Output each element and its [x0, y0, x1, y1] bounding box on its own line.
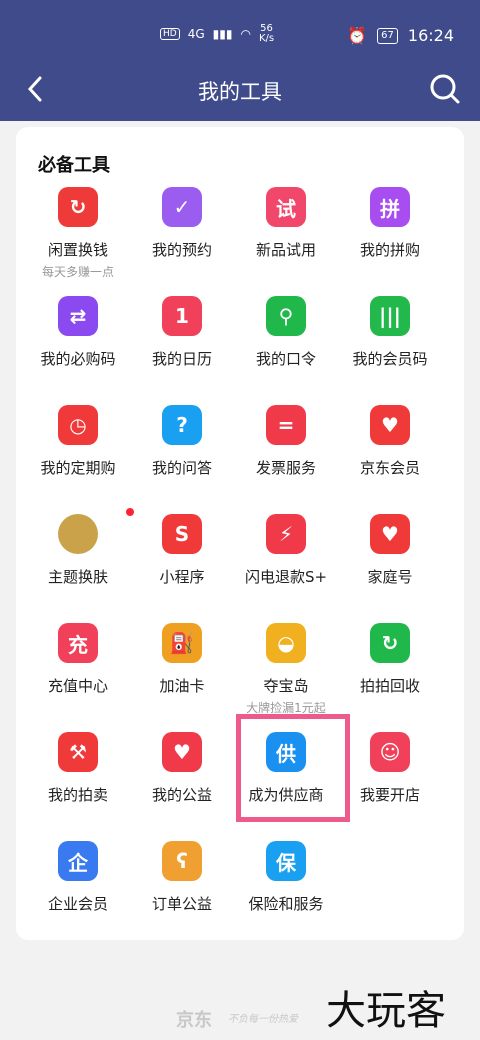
hd-badge: HD [160, 28, 180, 40]
enterprise-icon: 企 [58, 841, 98, 881]
battery-indicator: 67 [377, 27, 398, 44]
jd-slogan: 不负每一份热爱 [228, 1014, 298, 1025]
tool-label: 我的定期购 [40, 459, 116, 477]
tool-item[interactable]: ||| 我的会员码 [338, 292, 442, 392]
tool-label: 我的必购码 [40, 350, 116, 368]
shop-icon: ☺ [370, 732, 410, 772]
gavel-icon: ⚒ [58, 732, 98, 772]
tool-item[interactable]: 保保险和服务 [234, 837, 338, 937]
status-bar: HD 4G ▮▮▮ ◠ 56 K/s ⏰ 67 16:24 [0, 18, 480, 54]
clock: 16:24 [407, 26, 454, 45]
miniprogram-icon: S [162, 514, 202, 554]
ticket-icon: ⇄ [58, 296, 98, 336]
gold-ingot-icon: ◒ [266, 623, 306, 663]
tool-item[interactable]: 企企业会员 [26, 837, 130, 937]
bear-icon: ʕ [162, 841, 202, 881]
tool-item[interactable]: ? 我的问答 [130, 401, 234, 501]
tool-item[interactable]: ♥ 家庭号 [338, 510, 442, 610]
barcode-icon: ||| [370, 296, 410, 336]
heart-hand-icon: ♥ [162, 732, 202, 772]
trial-icon: 试 [266, 187, 306, 227]
tool-item[interactable]: ⛽ 加油卡 [130, 619, 234, 719]
tool-item[interactable]: ↻ 拍拍回收 [338, 619, 442, 719]
page-title: 我的工具 [198, 80, 282, 104]
tool-label: 我的拼购 [359, 241, 420, 259]
lightning-icon: ⚡ [266, 514, 306, 554]
tool-label: 新品试用 [255, 241, 316, 259]
tool-label: 我的日历 [151, 350, 212, 368]
alarm-icon: ◷ [58, 405, 98, 445]
signal-icon: ▮▮▮ [212, 27, 233, 41]
theme-icon [58, 514, 98, 554]
tool-item[interactable]: 试新品试用 [234, 183, 338, 283]
fuel-icon: ⛽ [162, 623, 202, 663]
tool-label: 家庭号 [367, 568, 413, 586]
tool-label: 我的公益 [151, 786, 212, 804]
watermark: 大玩客 [326, 988, 446, 1034]
calendar-icon: 1 [162, 296, 202, 336]
tool-label: 我的问答 [151, 459, 212, 477]
tool-item[interactable]: ↻ 闲置换钱每天多赚一点 [26, 183, 130, 283]
recycle-phone-icon: ↻ [370, 623, 410, 663]
tool-label: 充值中心 [47, 677, 108, 695]
tool-label: 企业会员 [47, 895, 108, 913]
tool-item[interactable]: ✓ 我的预约 [130, 183, 234, 283]
tool-item[interactable]: ♥ 我的公益 [130, 728, 234, 828]
tool-item[interactable]: ♥ 京东会员 [338, 401, 442, 501]
tool-item[interactable]: 主题换肤 [26, 508, 134, 610]
tool-label: 主题换肤 [47, 568, 108, 586]
tool-label: 闲置换钱 [47, 241, 108, 259]
network-speed: 56 K/s [258, 23, 275, 44]
app-header: HD 4G ▮▮▮ ◠ 56 K/s ⏰ 67 16:24 我的工具 [0, 0, 480, 121]
tool-label: 保险和服务 [248, 895, 324, 913]
tool-item[interactable]: ⚒ 我的拍卖 [26, 728, 130, 828]
recharge-icon: 充 [58, 623, 98, 663]
footer: 京东 不负每一份热爱 大玩客 [0, 988, 480, 1040]
tool-item[interactable]: ◷ 我的定期购 [26, 401, 130, 501]
tool-label: 闪电退款S+ [244, 568, 328, 586]
member-icon: ♥ [370, 405, 410, 445]
insurance-icon: 保 [266, 841, 306, 881]
tool-label: 京东会员 [359, 459, 420, 477]
tool-item[interactable]: ☺ 我要开店 [338, 728, 442, 828]
jd-logo: 京东 [176, 1010, 212, 1031]
tool-item[interactable]: ◒ 夺宝岛 大牌捡漏1元起 [234, 619, 338, 719]
tool-item[interactable]: ⚡ 闪电退款S+ [234, 510, 338, 610]
highlight-box [236, 714, 350, 822]
section-title: 必备工具 [38, 155, 110, 176]
tool-label: 我的预约 [151, 241, 212, 259]
invoice-icon: = [266, 405, 306, 445]
key-icon: ⚲ [266, 296, 306, 336]
tool-item[interactable]: 充充值中心 [26, 619, 130, 719]
alarm-status-icon: ⏰ [347, 26, 368, 45]
home-icon: ♥ [370, 514, 410, 554]
tool-label: 发票服务 [255, 459, 316, 477]
search-icon[interactable] [428, 72, 462, 106]
tool-item[interactable]: 拼我的拼购 [338, 183, 442, 283]
tool-item[interactable]: = 发票服务 [234, 401, 338, 501]
tool-label: 小程序 [159, 568, 205, 586]
nav-bar: 我的工具 [0, 68, 480, 112]
tool-label: 我的拍卖 [47, 786, 108, 804]
tool-item[interactable]: ⚲ 我的口令 [234, 292, 338, 392]
wifi-icon: ◠ [240, 27, 251, 41]
tool-label: 我的口令 [255, 350, 316, 368]
network-indicator: 4G [187, 27, 205, 41]
tool-sublabel: 每天多赚一点 [41, 265, 114, 279]
recycle-icon: ↻ [58, 187, 98, 227]
question-icon: ? [162, 405, 202, 445]
cart-icon: 拼 [370, 187, 410, 227]
tool-label: 拍拍回收 [359, 677, 420, 695]
calendar-check-icon: ✓ [162, 187, 202, 227]
tool-item[interactable]: S 小程序 [130, 510, 234, 610]
tool-label: 夺宝岛 [263, 677, 309, 695]
tool-item[interactable]: ⇄ 我的必购码 [26, 292, 130, 392]
tool-label: 我的会员码 [352, 350, 428, 368]
tool-label: 订单公益 [151, 895, 212, 913]
tool-item[interactable]: 1 我的日历 [130, 292, 234, 392]
tool-label: 加油卡 [159, 677, 205, 695]
tool-label: 我要开店 [359, 786, 420, 804]
tool-item[interactable]: ʕ 订单公益 [130, 837, 234, 937]
